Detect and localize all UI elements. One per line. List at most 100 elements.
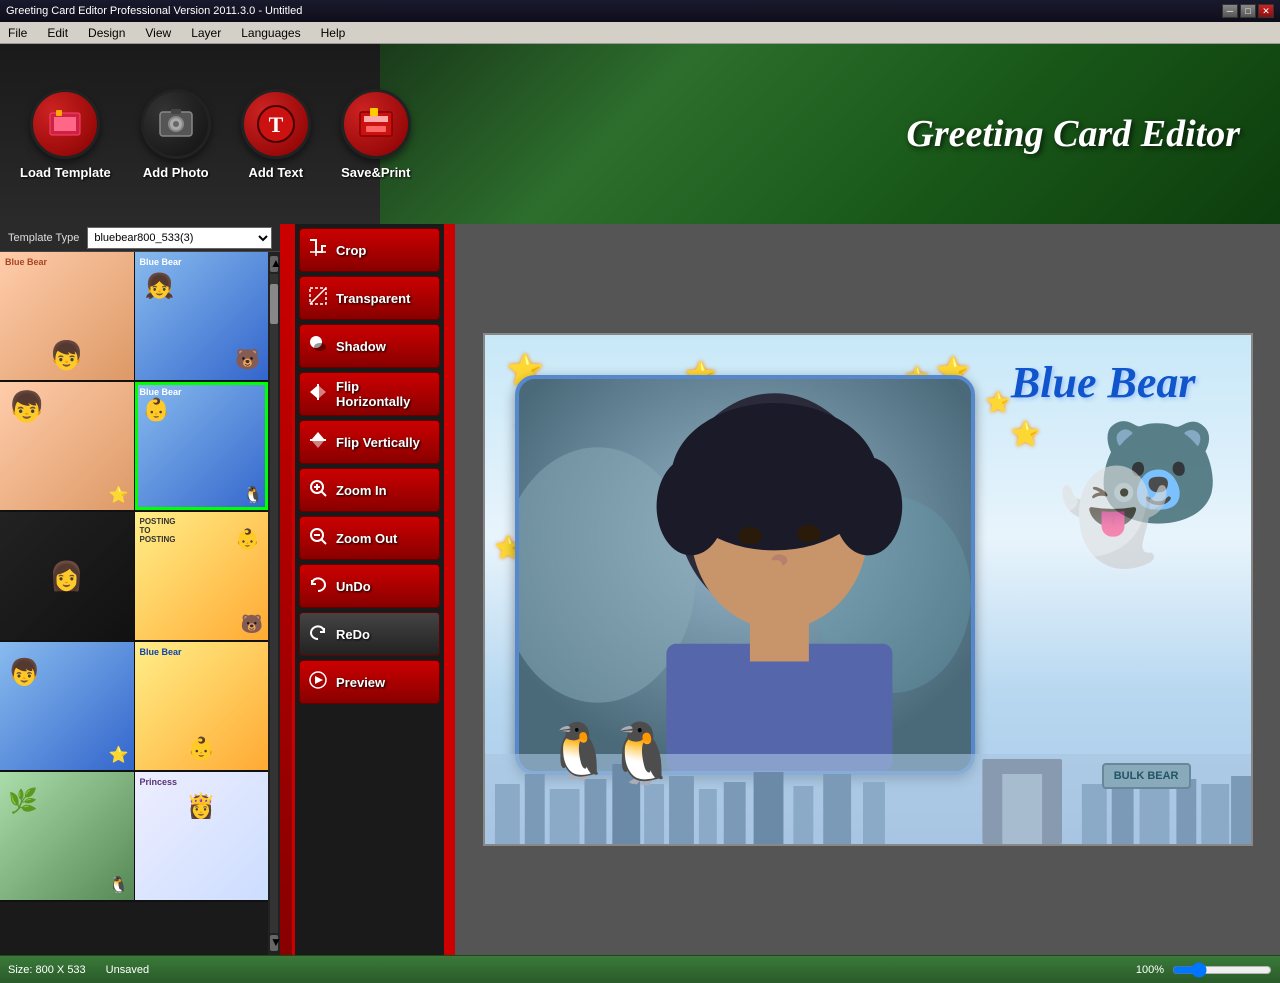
flip-horizontal-button[interactable]: Flip Horizontally (299, 372, 440, 416)
load-template-icon (30, 89, 100, 159)
save-print-button[interactable]: Save&Print (341, 89, 411, 180)
star-5: ⭐ (986, 390, 1011, 415)
preview-label: Preview (336, 675, 385, 690)
menu-edit[interactable]: Edit (43, 24, 72, 42)
scroll-up-button[interactable]: ▲ (270, 256, 278, 272)
add-text-label: Add Text (248, 165, 303, 180)
thumb-row-1: Blue Bear 👦 Blue Bear 🐻 👧 (0, 252, 268, 382)
zoom-bar: 100% (1136, 962, 1272, 978)
thumb-row-5: 🌿 🐧 Princess 👸 (0, 772, 268, 902)
menu-view[interactable]: View (141, 24, 175, 42)
shadow-icon (308, 334, 328, 359)
crop-button[interactable]: Crop (299, 228, 440, 272)
vertical-scrollbar[interactable]: ▲ ▼ (268, 252, 280, 955)
template-type-bar: Template Type bluebear800_533(3) bluebea… (0, 224, 280, 252)
flip-horizontal-icon (308, 382, 328, 407)
card-title: Blue Bear (1011, 357, 1196, 408)
preview-button[interactable]: Preview (299, 660, 440, 704)
size-label: Size: 800 X 533 (8, 964, 86, 976)
menu-design[interactable]: Design (84, 24, 129, 42)
redo-label: ReDo (336, 627, 370, 642)
menu-help[interactable]: Help (317, 24, 350, 42)
menu-languages[interactable]: Languages (237, 24, 304, 42)
thumbnail-3[interactable]: 👦 ⭐ (0, 382, 135, 510)
flip-horizontal-label: Flip Horizontally (336, 379, 431, 409)
preview-icon (308, 670, 328, 695)
tools-panel-wrapper: Crop Transparent Shadow Flip Horizontall… (280, 224, 455, 955)
minimize-button[interactable]: ─ (1222, 4, 1238, 18)
thumb-row-2: 👦 ⭐ Blue Bear 👶 🐧 (0, 382, 268, 512)
zoom-value: 100% (1136, 964, 1164, 976)
template-type-label: Template Type (8, 232, 79, 244)
card-canvas[interactable]: ⭐ ⭐ ⭐ ⭐ ⭐ ⭐ ⭐ ⭐ ⭐ ⭐ (485, 335, 1251, 844)
thumbnail-7[interactable]: 👦 ⭐ (0, 642, 135, 770)
penguin-middle: 🐧 (605, 718, 680, 789)
menu-file[interactable]: File (4, 24, 31, 42)
thumbnail-8[interactable]: Blue Bear 👶 (135, 642, 269, 770)
toolbar: Load Template Add Photo T Add Text Save&… (0, 44, 1280, 224)
thumbnail-grid: Blue Bear 👦 Blue Bear 🐻 👧 👦 ⭐ (0, 252, 268, 955)
scroll-thumb[interactable] (270, 284, 278, 324)
flip-vertical-label: Flip Vertically (336, 435, 420, 450)
add-photo-icon (141, 89, 211, 159)
ghost-bear: 👻 (1058, 465, 1170, 570)
menu-layer[interactable]: Layer (187, 24, 225, 42)
add-text-icon: T (241, 89, 311, 159)
thumbnail-2[interactable]: Blue Bear 🐻 👧 (135, 252, 269, 380)
zoom-in-icon (308, 478, 328, 503)
transparent-label: Transparent (336, 291, 410, 306)
add-text-button[interactable]: T Add Text (241, 89, 311, 180)
app-title: Greeting Card Editor Professional Versio… (6, 5, 302, 17)
undo-button[interactable]: UnDo (299, 564, 440, 608)
redo-icon (308, 622, 328, 647)
canvas-area: ⭐ ⭐ ⭐ ⭐ ⭐ ⭐ ⭐ ⭐ ⭐ ⭐ (455, 224, 1280, 955)
load-template-button[interactable]: Load Template (20, 89, 111, 180)
thumbnail-5[interactable]: 👩 (0, 512, 135, 640)
close-button[interactable]: ✕ (1258, 4, 1274, 18)
save-print-icon (341, 89, 411, 159)
redo-button[interactable]: ReDo (299, 612, 440, 656)
zoom-slider[interactable] (1172, 962, 1272, 978)
status-label: Unsaved (106, 964, 149, 976)
undo-icon (308, 574, 328, 599)
crop-icon (308, 238, 328, 263)
transparent-button[interactable]: Transparent (299, 276, 440, 320)
thumbnail-6[interactable]: POSTINGTOPOSTING 🐻 👶 (135, 512, 269, 640)
tools-left-accent (280, 224, 292, 955)
penguin-left: 🐧 (545, 719, 613, 784)
tools-panel: Crop Transparent Shadow Flip Horizontall… (292, 224, 447, 955)
zoom-in-button[interactable]: Zoom In (299, 468, 440, 512)
add-photo-button[interactable]: Add Photo (141, 89, 211, 180)
template-type-select[interactable]: bluebear800_533(3) bluebear800_533(1) bl… (87, 227, 272, 249)
main-area: Template Type bluebear800_533(3) bluebea… (0, 224, 1280, 955)
maximize-button[interactable]: □ (1240, 4, 1256, 18)
titlebar-controls: ─ □ ✕ (1222, 4, 1274, 18)
zoom-out-button[interactable]: Zoom Out (299, 516, 440, 560)
photo-frame[interactable] (515, 375, 975, 775)
menubar: File Edit Design View Layer Languages He… (0, 22, 1280, 44)
add-photo-label: Add Photo (143, 165, 209, 180)
undo-label: UnDo (336, 579, 371, 594)
crop-label: Crop (336, 243, 366, 258)
thumb-row-4: 👦 ⭐ Blue Bear 👶 (0, 642, 268, 772)
thumbnail-4[interactable]: Blue Bear 👶 🐧 (135, 382, 269, 510)
bulk-bear-sign: BULK BEAR (1102, 763, 1191, 789)
statusbar: Size: 800 X 533 Unsaved 100% (0, 955, 1280, 983)
shadow-button[interactable]: Shadow (299, 324, 440, 368)
thumbnail-9[interactable]: 🌿 🐧 (0, 772, 135, 900)
thumb-row-3: 👩 POSTINGTOPOSTING 🐻 👶 (0, 512, 268, 642)
svg-text:T: T (268, 112, 283, 137)
shadow-label: Shadow (336, 339, 386, 354)
header-title: Greeting Card Editor (906, 112, 1240, 156)
thumbnail-10[interactable]: Princess 👸 (135, 772, 269, 900)
thumbnail-1[interactable]: Blue Bear 👦 (0, 252, 135, 380)
left-panel: Template Type bluebear800_533(3) bluebea… (0, 224, 280, 955)
photo-placeholder (519, 379, 971, 771)
zoom-out-icon (308, 526, 328, 551)
transparent-icon (308, 286, 328, 311)
load-template-label: Load Template (20, 165, 111, 180)
tools-right-accent (447, 224, 455, 955)
star-6: ⭐ (1011, 420, 1041, 449)
scroll-down-button[interactable]: ▼ (270, 935, 278, 951)
flip-vertical-button[interactable]: Flip Vertically (299, 420, 440, 464)
